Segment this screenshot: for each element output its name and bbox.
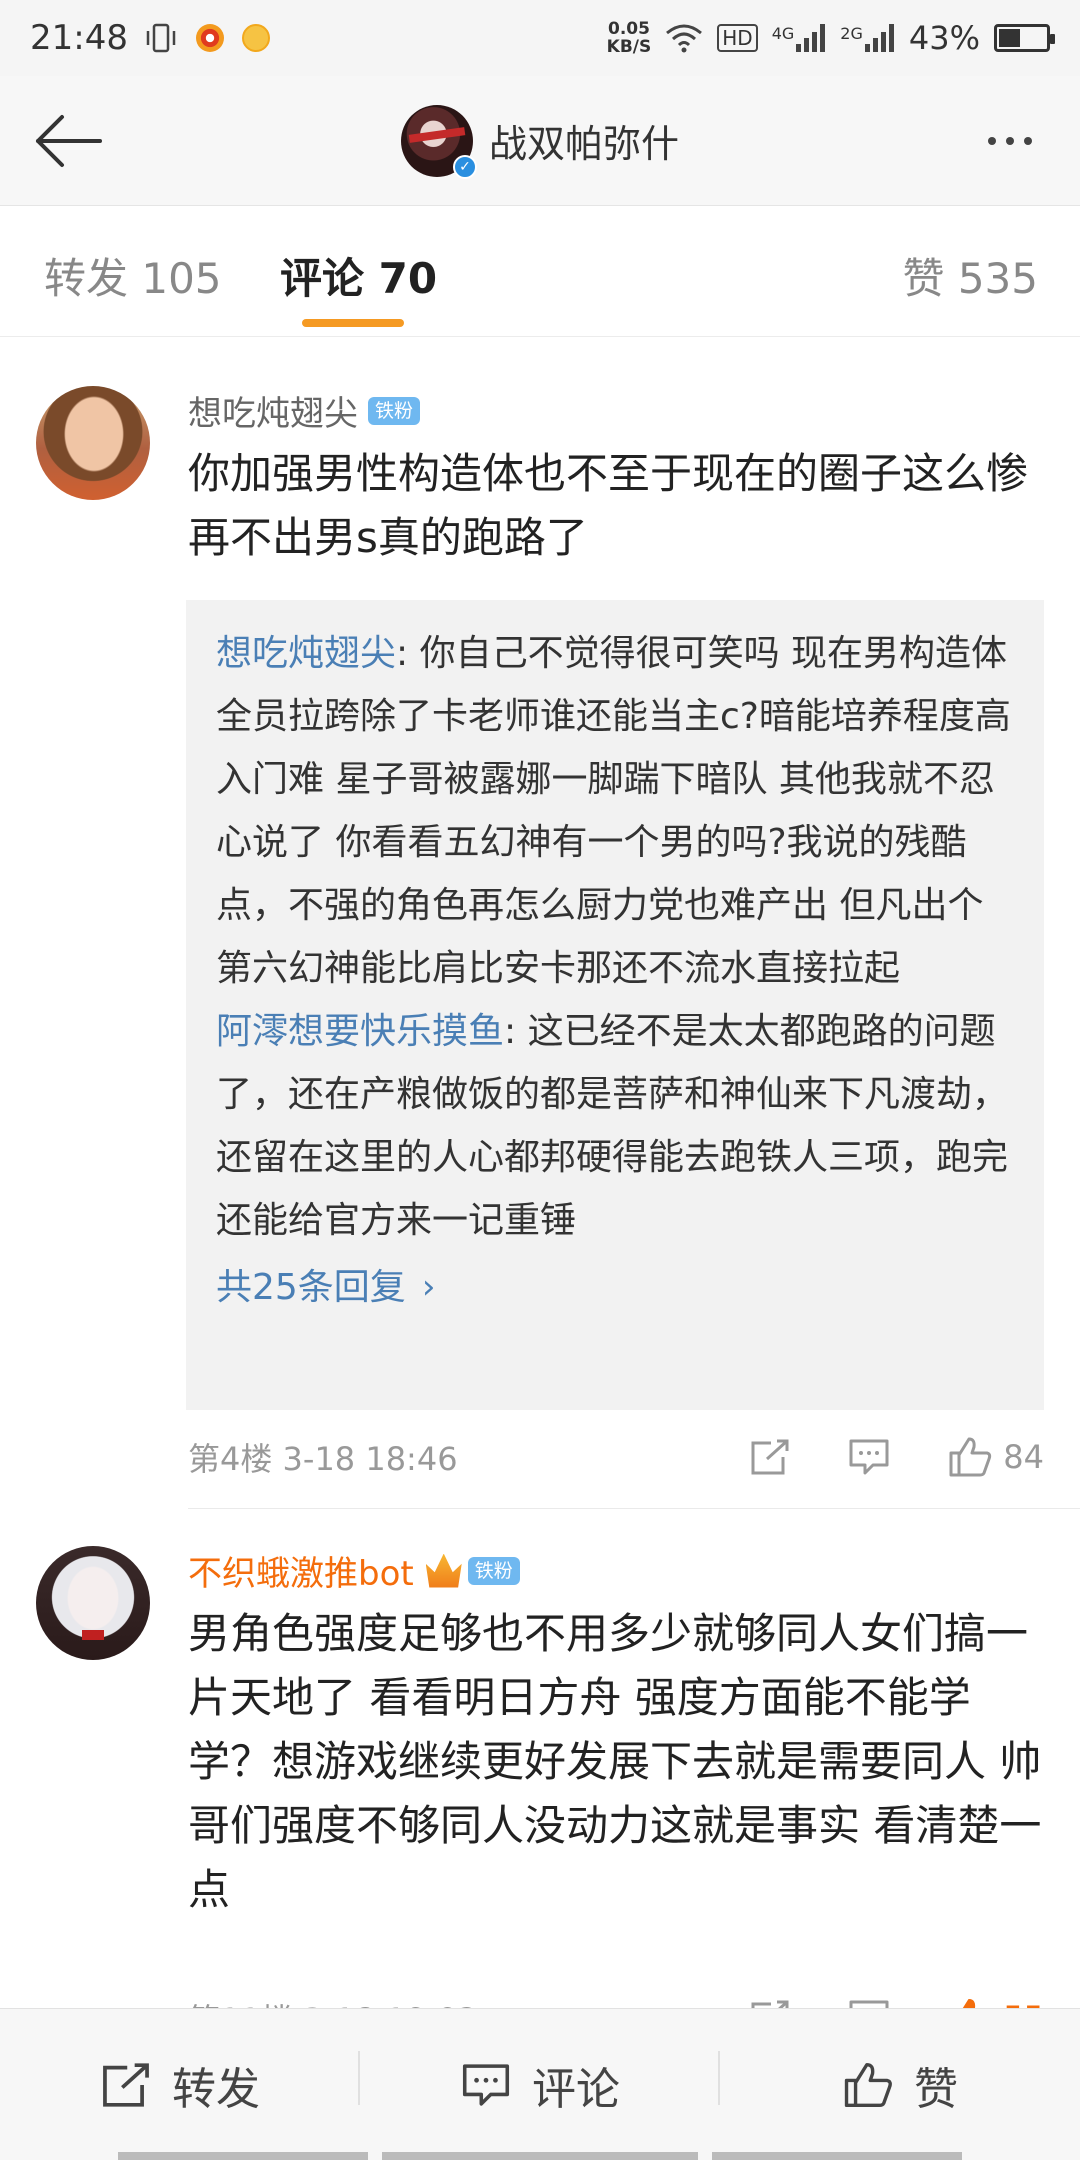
signal-4g-icon: 4G	[772, 24, 827, 52]
nav-title[interactable]: 战双帕弥什	[489, 113, 679, 168]
comment-button[interactable]: 评论	[360, 2009, 720, 2160]
comment-username[interactable]: 想吃炖翅尖 铁粉	[188, 386, 421, 435]
like-post-button[interactable]: 赞	[720, 2009, 1080, 2160]
crown-icon	[425, 1553, 462, 1588]
reply-item: 想吃炖翅尖: 你自己不觉得很可笑吗 现在男构造体全员拉跨除了卡老师谁还能当主c?…	[216, 622, 1014, 1000]
thumbs-up-icon	[844, 2062, 892, 2107]
nav-avatar[interactable]: ✓	[400, 104, 477, 179]
tab-active-indicator	[302, 319, 404, 327]
top-nav: ✓ 战双帕弥什	[0, 76, 1080, 206]
battery-percent: 43%	[908, 19, 980, 57]
verified-icon: ✓	[452, 154, 477, 179]
share-icon	[751, 1439, 789, 1475]
repost-label: 转发	[172, 2063, 260, 2115]
reply-box[interactable]: 想吃炖翅尖: 你自己不觉得很可笑吗 现在男构造体全员拉跨除了卡老师谁还能当主c?…	[186, 600, 1044, 1410]
like-label: 赞	[914, 2063, 958, 2115]
back-arrow-icon	[36, 115, 102, 167]
more-dot-icon	[988, 137, 996, 145]
comment-icon	[462, 2063, 510, 2106]
battery-icon	[994, 24, 1055, 52]
back-button[interactable]	[28, 106, 108, 176]
signal-2g-icon: 2G	[840, 24, 895, 52]
tab-repost[interactable]: 转发 105	[44, 245, 222, 306]
more-replies-link[interactable]: 共25条回复 ›	[216, 1256, 1014, 1319]
share-button[interactable]	[749, 1437, 791, 1477]
vibrate-icon	[146, 23, 176, 53]
app-notification-icon	[241, 24, 270, 52]
wifi-icon	[666, 24, 703, 53]
avatar[interactable]	[36, 386, 150, 500]
weibo-icon	[195, 24, 224, 52]
like-button[interactable]: 84	[947, 1435, 1044, 1479]
status-bar: 21:48 0.05 KB/S HD 4G 2G 43%	[0, 0, 1080, 76]
chevron-right-icon: ›	[421, 1267, 436, 1307]
fan-badge: 铁粉	[368, 396, 421, 425]
comment-label: 评论	[532, 2063, 620, 2115]
tab-bar: 转发 105 评论 70 赞 535	[0, 207, 1080, 337]
like-count: 84	[1003, 1438, 1044, 1476]
repost-button[interactable]: 转发	[0, 2009, 360, 2160]
bottom-action-bar: 转发 评论 赞	[0, 2008, 1080, 2160]
net-speed: 0.05 KB/S	[606, 19, 652, 57]
hd-icon: HD	[717, 24, 758, 52]
fan-badge: 铁粉	[467, 1556, 520, 1585]
reply-author[interactable]: 阿澪想要快乐摸鱼	[216, 1011, 504, 1052]
tab-like[interactable]: 赞 535	[902, 245, 1038, 306]
reply-item: 阿澪想要快乐摸鱼: 这已经不是太太都跑路的问题了，还在产粮做饭的都是菩萨和神仙来…	[216, 1000, 1014, 1252]
gesture-bar	[118, 2152, 368, 2160]
reply-text: : 你自己不觉得很可笑吗 现在男构造体全员拉跨除了卡老师谁还能当主c?暗能培养程…	[216, 633, 1011, 989]
avatar[interactable]	[36, 1546, 150, 1660]
comment-meta: 第4楼 3-18 18:46 84	[188, 1427, 1044, 1487]
more-options-button[interactable]	[970, 116, 1050, 166]
divider	[188, 1508, 1080, 1509]
comment-icon	[849, 1439, 889, 1475]
comment-username[interactable]: 不织蛾激推bot 铁粉	[188, 1546, 520, 1595]
gesture-bar	[712, 2152, 962, 2160]
comment-text: 你加强男性构造体也不至于现在的圈子这么惨 再不出男s真的跑路了	[188, 449, 1029, 562]
share-icon	[103, 2062, 149, 2107]
tab-comment[interactable]: 评论 70	[280, 245, 437, 306]
reply-button[interactable]	[847, 1437, 891, 1477]
floor-time: 第4楼 3-18 18:46	[188, 1440, 458, 1478]
thumbs-up-icon	[949, 1437, 992, 1477]
gesture-bar	[382, 2152, 698, 2160]
reply-author[interactable]: 想吃炖翅尖	[216, 633, 396, 674]
status-time: 21:48	[30, 18, 128, 58]
comment-text: 男角色强度足够也不用多少就够同人女们搞一片天地了 看看明日方舟 强度方面能不能学…	[188, 1609, 1042, 1914]
